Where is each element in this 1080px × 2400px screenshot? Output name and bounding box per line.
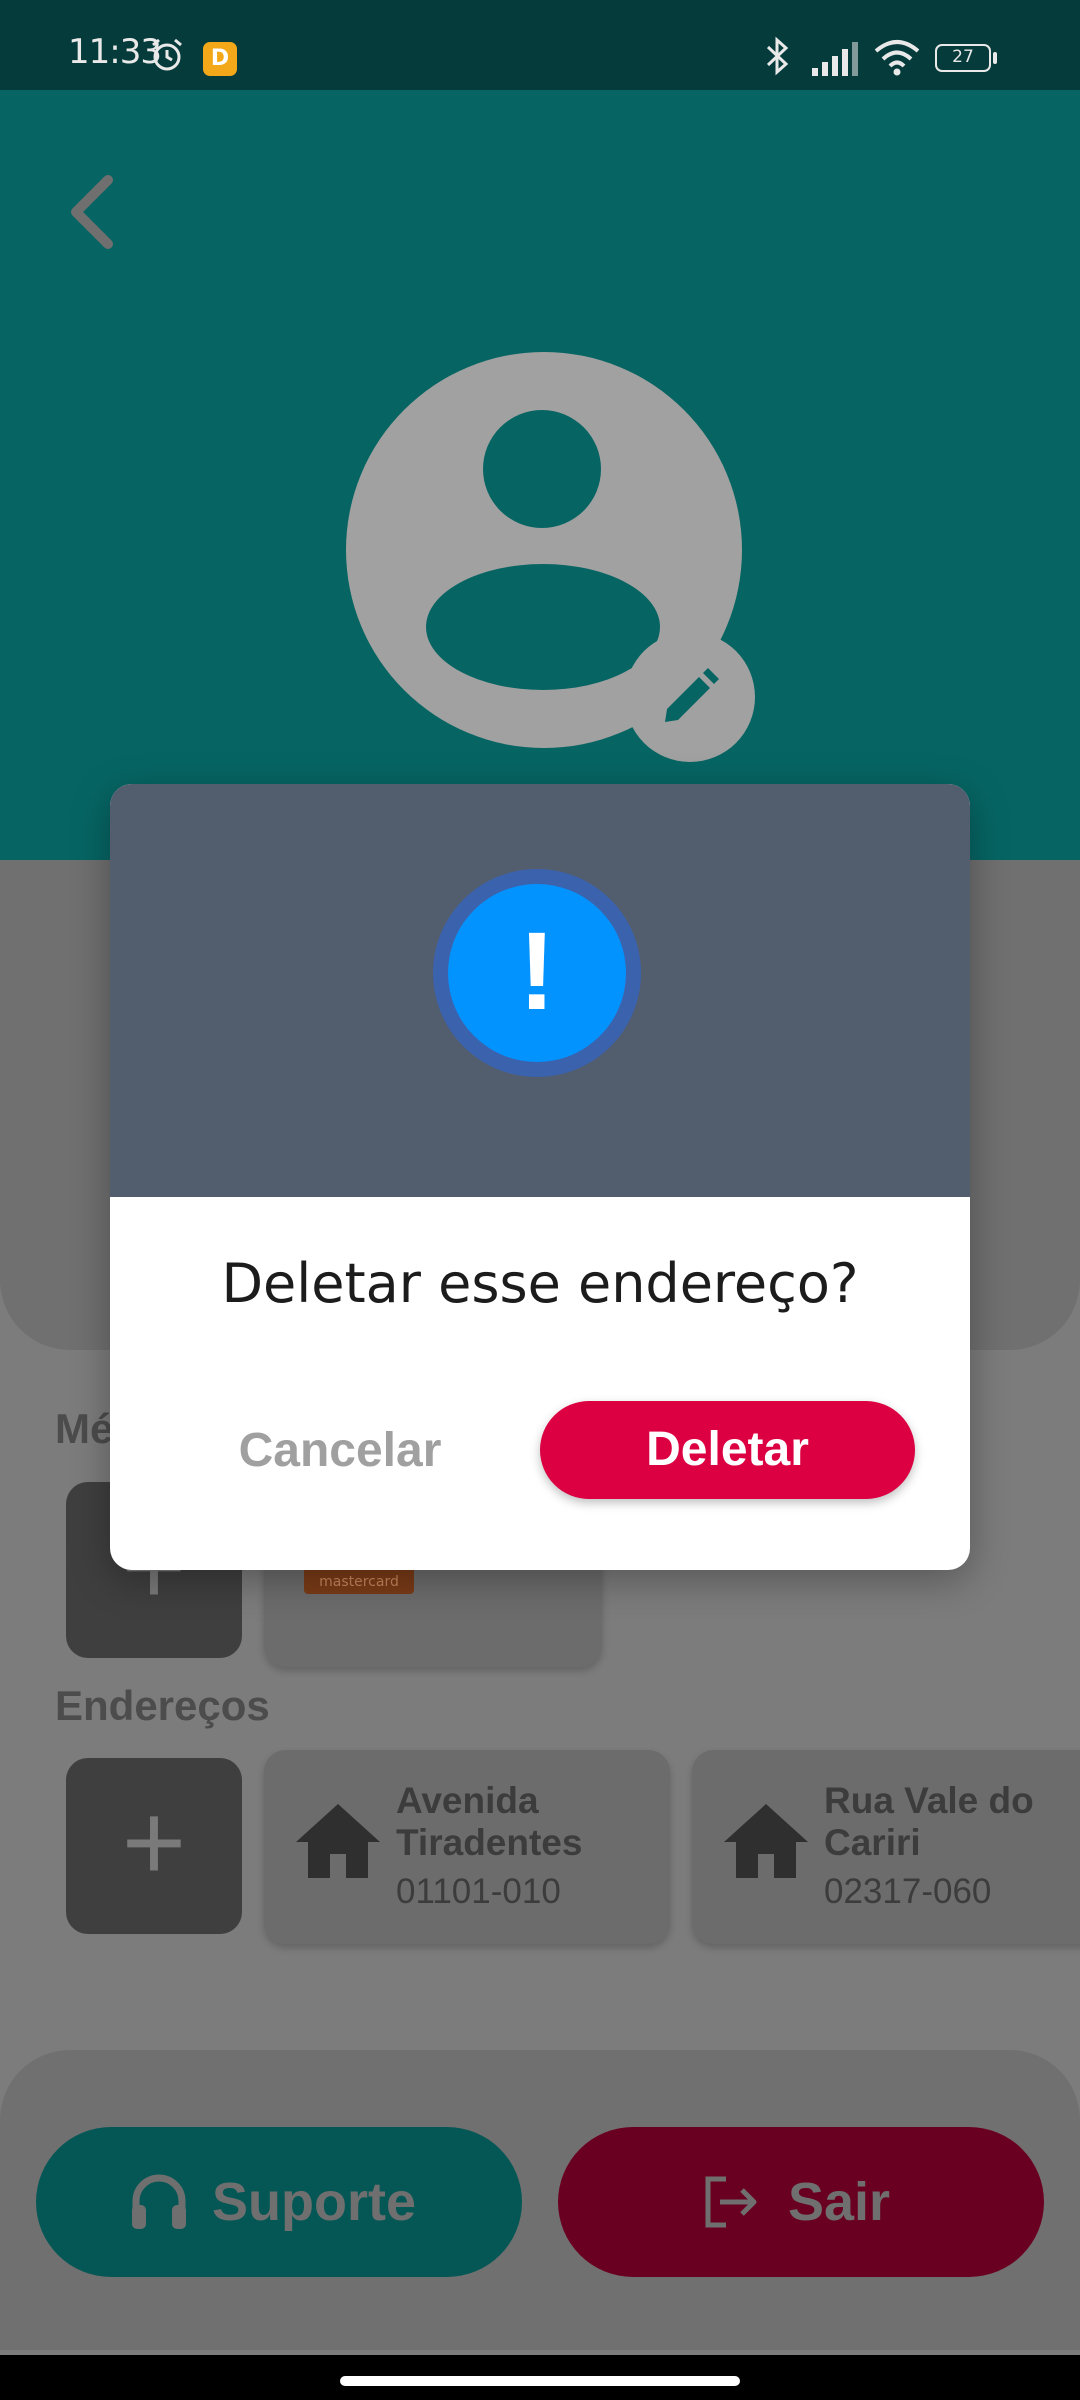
address-cep: 02317-060 (824, 1872, 992, 1911)
add-address-button[interactable]: + (66, 1758, 242, 1934)
bluetooth-icon (766, 36, 789, 76)
home-indicator[interactable] (340, 2376, 740, 2386)
cancel-button[interactable]: Cancelar (215, 1401, 465, 1501)
wifi-icon (874, 40, 920, 76)
signal-icon (812, 42, 858, 76)
logout-label: Sair (788, 2172, 891, 2232)
home-icon (296, 1804, 380, 1878)
address-card[interactable]: Rua Vale do Cariri 02317-060 (692, 1750, 1080, 1944)
logout-icon (705, 2176, 757, 2228)
address-card[interactable]: Avenida Tiradentes 01101-010 (264, 1750, 670, 1944)
chevron-left-icon[interactable] (62, 172, 122, 252)
payments-section-title: Mé (55, 1405, 114, 1452)
battery-level: 27 (935, 44, 991, 72)
headset-icon (132, 2174, 186, 2229)
address-name: Avenida Tiradentes (396, 1780, 583, 1863)
status-bar: 11:33 D 27 (0, 0, 1080, 90)
status-time: 11:33 (68, 32, 162, 72)
delete-address-dialog: ! Deletar esse endereço? Cancelar Deleta… (110, 784, 970, 1570)
edit-avatar-button[interactable] (625, 632, 755, 762)
dialog-title: Deletar esse endereço? (221, 1252, 859, 1315)
support-label: Suporte (212, 2172, 417, 2232)
battery-tip (993, 52, 997, 64)
app-badge-icon: D (203, 42, 237, 76)
dialog-header: ! (110, 784, 970, 1197)
battery-icon: 27 (935, 44, 997, 74)
delete-button[interactable]: Deletar (540, 1401, 915, 1499)
avatar-body (426, 564, 660, 690)
alarm-icon (152, 38, 182, 71)
alert-icon: ! (448, 884, 626, 1062)
support-button[interactable]: Suporte (36, 2127, 522, 2277)
pencil-icon (665, 668, 719, 722)
addresses-section-title: Endereços (55, 1682, 270, 1729)
logout-button[interactable]: Sair (558, 2127, 1044, 2277)
home-icon (724, 1804, 808, 1878)
address-cep: 01101-010 (396, 1872, 561, 1911)
avatar-head (483, 410, 601, 528)
address-name: Rua Vale do Cariri (824, 1780, 1034, 1863)
